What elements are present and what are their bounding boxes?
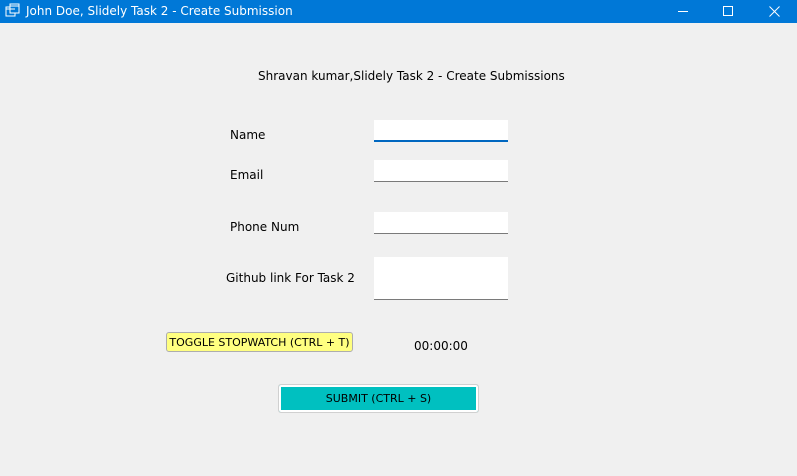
github-link-field[interactable] (374, 257, 508, 300)
title-bar[interactable]: John Doe, Slidely Task 2 - Create Submis… (0, 0, 797, 23)
app-window-icon (5, 3, 20, 18)
form-heading: Shravan kumar,Slidely Task 2 - Create Su… (258, 69, 565, 83)
email-field[interactable] (374, 160, 508, 182)
phone-field[interactable] (374, 212, 508, 234)
app-window: John Doe, Slidely Task 2 - Create Submis… (0, 0, 797, 476)
window-title: John Doe, Slidely Task 2 - Create Submis… (26, 4, 293, 18)
submit-button[interactable]: SUBMIT (CTRL + S) (278, 384, 479, 413)
toggle-stopwatch-button[interactable]: TOGGLE STOPWATCH (CTRL + T) (166, 332, 353, 352)
minimize-icon (677, 2, 689, 21)
maximize-icon (722, 2, 734, 21)
phone-label: Phone Num (230, 220, 300, 234)
maximize-button[interactable] (705, 0, 751, 23)
stopwatch-time: 00:00:00 (414, 339, 468, 353)
name-field[interactable] (374, 120, 508, 142)
close-icon (768, 2, 780, 21)
minimize-button[interactable] (660, 0, 706, 23)
email-label: Email (230, 168, 264, 182)
name-label: Name (230, 128, 266, 142)
github-link-label: Github link For Task 2 (226, 271, 355, 285)
close-button[interactable] (751, 0, 797, 23)
form-area: Shravan kumar,Slidely Task 2 - Create Su… (0, 23, 797, 476)
